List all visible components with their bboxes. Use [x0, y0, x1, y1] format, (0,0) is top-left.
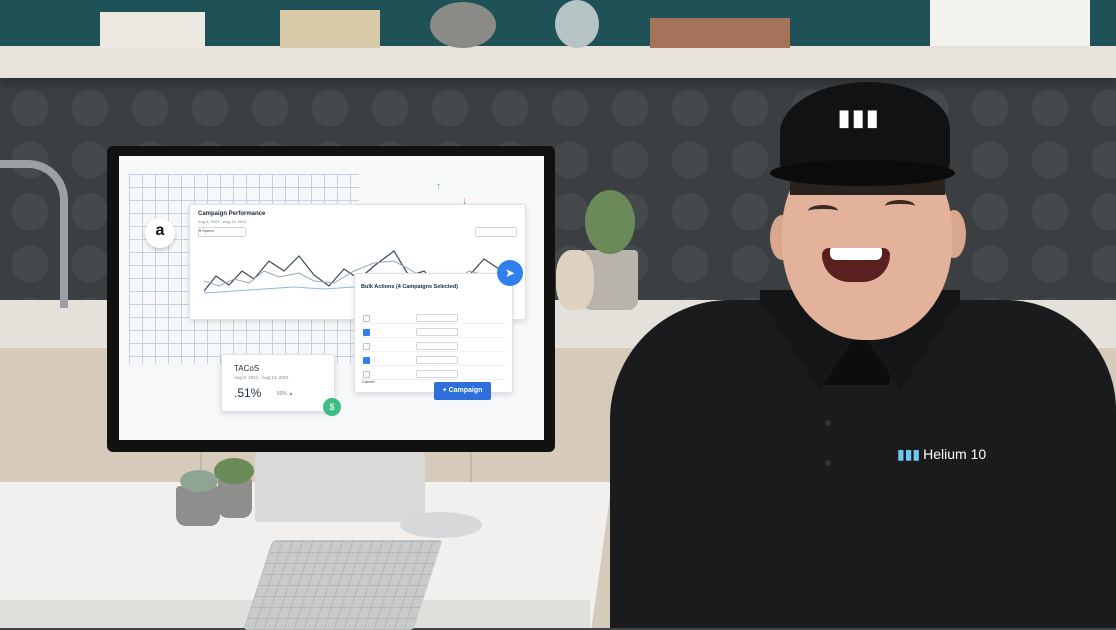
shelf-tray — [650, 18, 790, 48]
kitchen-vase — [556, 250, 594, 310]
mouse — [400, 512, 482, 538]
helium10-text: Helium 10 — [923, 446, 987, 462]
arrow-up-icon: ↑ — [436, 181, 441, 192]
range-select[interactable] — [475, 227, 517, 237]
tacos-delta: 50% ▲ — [277, 391, 294, 397]
cursor-icon: ➤ — [497, 260, 523, 286]
monitor-screen: a ↑ ↓ Campaign Performance Aug 8, 2021 -… — [119, 156, 544, 440]
metric-select[interactable]: ▾ Spend — [198, 227, 246, 237]
kitchen-plant — [585, 190, 635, 254]
bulk-row[interactable] — [361, 368, 506, 380]
bulk-row[interactable] — [361, 312, 506, 324]
row-checkbox[interactable] — [363, 315, 370, 322]
cap-brim — [770, 160, 955, 186]
helium10-icon: ▮▮▮ — [897, 446, 921, 462]
shirt-button — [825, 460, 831, 466]
cancel-link[interactable]: Cancel — [362, 379, 374, 384]
tacos-card: TACoS Aug 8, 2021 - Aug 13, 2021 .51% 50… — [221, 354, 335, 412]
keyboard — [243, 540, 443, 630]
desk-plant-pot — [176, 486, 220, 526]
shelf-frame — [930, 0, 1090, 46]
card-title: Campaign Performance — [198, 211, 266, 217]
dollar-icon: $ — [323, 398, 341, 416]
desk-succulent — [180, 470, 218, 492]
bulk-row[interactable] — [361, 340, 506, 352]
row-field[interactable] — [416, 356, 458, 364]
cap-logo: ▮▮▮ — [838, 105, 881, 130]
monitor-stand — [255, 452, 425, 522]
panel-title: Bulk Actions (4 Campaigns Selected) — [361, 284, 458, 290]
row-checkbox[interactable] — [363, 357, 370, 364]
tacos-title: TACoS — [234, 364, 260, 373]
bulk-row[interactable] — [361, 326, 506, 338]
helium10-shirt-logo: ▮▮▮ Helium 10 — [897, 446, 986, 463]
desk-plant-pot — [218, 478, 252, 518]
shirt-placket — [813, 390, 843, 500]
bulk-row[interactable] — [361, 354, 506, 366]
faucet — [0, 160, 68, 308]
bulk-actions-panel: Bulk Actions (4 Campaigns Selected) — [354, 273, 513, 393]
row-field[interactable] — [416, 328, 458, 336]
amazon-logo: a — [145, 218, 175, 248]
row-checkbox[interactable] — [363, 329, 370, 336]
row-checkbox[interactable] — [363, 371, 370, 378]
card-date: Aug 8, 2021 - Aug 13, 2021 — [198, 219, 247, 224]
row-checkbox[interactable] — [363, 343, 370, 350]
add-campaign-button[interactable]: + Campaign — [434, 382, 491, 400]
shirt-button — [825, 420, 831, 426]
person-eye — [808, 205, 838, 217]
desk-plant — [214, 458, 254, 484]
row-field[interactable] — [416, 342, 458, 350]
person-eye — [885, 200, 915, 212]
shelf-sculpture — [430, 2, 496, 48]
person-teeth — [830, 248, 882, 260]
shelf-vase — [555, 0, 599, 48]
shelf-planter — [100, 12, 205, 48]
shelf-books — [280, 10, 380, 48]
row-field[interactable] — [416, 314, 458, 322]
tacos-value: .51% — [234, 386, 262, 400]
row-field[interactable] — [416, 370, 458, 378]
tacos-date: Aug 8, 2021 - Aug 13, 2021 — [234, 375, 289, 380]
shelf — [0, 46, 1116, 78]
